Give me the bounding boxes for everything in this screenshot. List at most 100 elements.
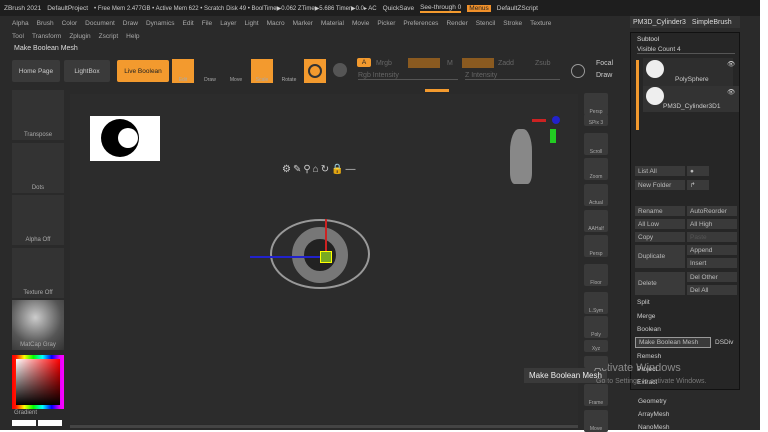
split-menu[interactable]: Split bbox=[637, 299, 650, 306]
menu-preferences[interactable]: Preferences bbox=[403, 20, 438, 27]
right-shelf-aahalf-button[interactable]: AAHalf bbox=[584, 210, 608, 232]
shelf-dots[interactable]: Dots bbox=[12, 143, 64, 193]
subtool-title[interactable]: Subtool bbox=[637, 36, 659, 43]
gizmo-x-axis[interactable] bbox=[250, 256, 330, 258]
menu-render[interactable]: Render bbox=[446, 20, 467, 27]
menu-brush[interactable]: Brush bbox=[37, 20, 54, 27]
focal-shift-slider[interactable]: Focal bbox=[596, 60, 613, 67]
delete-button[interactable]: Delete bbox=[635, 272, 685, 295]
new-folder-button[interactable]: New Folder bbox=[635, 180, 685, 190]
menu-layer[interactable]: Layer bbox=[220, 20, 236, 27]
menu-file[interactable]: File bbox=[202, 20, 212, 27]
make-boolean-mesh-button[interactable]: Make Boolean Mesh bbox=[635, 337, 711, 348]
menu-picker[interactable]: Picker bbox=[377, 20, 395, 27]
right-shelf-l-sym-button[interactable]: L.Sym bbox=[584, 292, 608, 314]
z-intensity-slider[interactable]: Z Intensity bbox=[465, 72, 560, 80]
subtool-scrollbar[interactable] bbox=[636, 60, 639, 130]
rename-button[interactable]: Rename bbox=[635, 206, 685, 216]
merge-menu[interactable]: Merge bbox=[637, 313, 655, 320]
paste-button[interactable]: Paste bbox=[687, 232, 737, 242]
shelf-matcap-gray[interactable]: MatCap Gray bbox=[12, 300, 64, 350]
subtool-item-polysphere[interactable]: PolySphere 👁 bbox=[643, 58, 735, 86]
menu-texture[interactable]: Texture bbox=[530, 20, 551, 27]
menu-dynamics[interactable]: Dynamics bbox=[146, 20, 175, 27]
insert-button[interactable]: Insert bbox=[687, 258, 737, 268]
draw-size-slider[interactable]: Draw bbox=[596, 72, 612, 79]
all-low-button[interactable]: All Low bbox=[635, 219, 685, 229]
autoreorder-button[interactable]: AutoReorder bbox=[687, 206, 737, 216]
shelf-alpha-off[interactable]: Alpha Off bbox=[12, 195, 64, 245]
menu-help[interactable]: Help bbox=[126, 33, 139, 40]
head-orientation-icon[interactable] bbox=[510, 129, 532, 184]
rotate-button[interactable]: Rotate bbox=[278, 59, 300, 83]
visible-count-slider[interactable]: Visible Count 4 bbox=[637, 46, 735, 54]
zadd-button[interactable]: Zadd bbox=[498, 60, 514, 67]
draw-button[interactable]: Draw bbox=[199, 59, 221, 83]
menus-button[interactable]: Menus bbox=[467, 4, 491, 12]
move-button[interactable]: Move bbox=[225, 59, 247, 83]
duplicate-button[interactable]: Duplicate bbox=[635, 245, 685, 268]
menu-edit[interactable]: Edit bbox=[183, 20, 194, 27]
main-color-swatch[interactable] bbox=[12, 420, 36, 426]
color-picker[interactable] bbox=[12, 355, 64, 409]
right-shelf-spix-3-button[interactable]: SPix 3 bbox=[584, 114, 608, 126]
right-shelf-zoom-icon-button[interactable] bbox=[584, 356, 608, 368]
menu-zplugin[interactable]: Zplugin bbox=[69, 33, 90, 40]
menu-document[interactable]: Document bbox=[85, 20, 115, 27]
mrgb-button[interactable]: Mrgb bbox=[376, 60, 392, 67]
right-shelf-persp-button[interactable]: Persp bbox=[584, 93, 608, 115]
boolean-menu[interactable]: Boolean bbox=[637, 326, 661, 333]
shelf-texture-off[interactable]: Texture Off bbox=[12, 248, 64, 298]
menu-movie[interactable]: Movie bbox=[352, 20, 369, 27]
menu-stencil[interactable]: Stencil bbox=[476, 20, 496, 27]
menu-color[interactable]: Color bbox=[62, 20, 78, 27]
edit-button[interactable]: Edit bbox=[172, 59, 194, 83]
tab-pm3d-cylinder[interactable]: PM3D_Cylinder3 bbox=[633, 19, 686, 26]
right-shelf-persp-button[interactable]: Persp bbox=[584, 235, 608, 257]
remesh-menu[interactable]: Remesh bbox=[637, 353, 661, 360]
rgb-intensity-slider[interactable]: Rgb Intensity bbox=[358, 72, 458, 80]
del-all-button[interactable]: Del All bbox=[687, 285, 737, 295]
right-shelf-move-button[interactable]: Move bbox=[584, 410, 608, 432]
subtool-item-cylinder[interactable]: PM3D_Cylinder3D1 👁 bbox=[643, 86, 739, 112]
arraymesh-menu[interactable]: ArrayMesh bbox=[638, 411, 669, 418]
menu-macro[interactable]: Macro bbox=[267, 20, 285, 27]
menu-stroke[interactable]: Stroke bbox=[503, 20, 522, 27]
append-button[interactable]: Append bbox=[687, 245, 737, 255]
quicksave-button[interactable]: QuickSave bbox=[383, 5, 414, 12]
right-shelf-actual-button[interactable]: Actual bbox=[584, 184, 608, 206]
geometry-menu[interactable]: Geometry bbox=[638, 398, 667, 405]
canvas-viewport[interactable]: ⚙✎⚲⌂↻🔒— bbox=[70, 94, 578, 424]
menu-material[interactable]: Material bbox=[321, 20, 344, 27]
right-shelf-poly-button[interactable]: Poly bbox=[584, 316, 608, 338]
gizmo-options-icons[interactable]: ⚙✎⚲⌂↻🔒— bbox=[282, 164, 358, 175]
dsdiv-slider[interactable]: DSDiv bbox=[715, 339, 733, 346]
rgb-button[interactable] bbox=[408, 58, 440, 68]
zsub-button[interactable]: Zsub bbox=[535, 60, 551, 67]
menu-zscript[interactable]: Zscript bbox=[99, 33, 119, 40]
all-high-button[interactable]: All High bbox=[687, 219, 737, 229]
scale-button[interactable]: Scale bbox=[251, 59, 273, 83]
move-up-button[interactable]: ● bbox=[687, 166, 709, 176]
live-boolean-button[interactable]: Live Boolean bbox=[117, 60, 169, 82]
menu-marker[interactable]: Marker bbox=[293, 20, 313, 27]
menu-draw[interactable]: Draw bbox=[123, 20, 138, 27]
lightbox-button[interactable]: LightBox bbox=[64, 60, 110, 82]
list-all-button[interactable]: List All bbox=[635, 166, 685, 176]
m-button[interactable]: M bbox=[447, 60, 453, 67]
gizmo-button[interactable] bbox=[304, 59, 326, 83]
copy-button[interactable]: Copy bbox=[635, 232, 685, 242]
zadd-bar[interactable] bbox=[462, 58, 494, 68]
right-shelf-xyz-button[interactable]: Xyz bbox=[584, 340, 608, 352]
del-other-button[interactable]: Del Other bbox=[687, 272, 737, 282]
right-shelf-frame-button[interactable]: Frame bbox=[584, 384, 608, 406]
right-shelf-floor-button[interactable]: Floor bbox=[584, 264, 608, 286]
right-shelf-scroll-button[interactable]: Scroll bbox=[584, 133, 608, 155]
canvas-scrollbar[interactable] bbox=[70, 425, 578, 428]
tab-simplebrush[interactable]: SimpleBrush bbox=[692, 19, 732, 26]
a-button[interactable]: A bbox=[357, 58, 371, 67]
menu-transform[interactable]: Transform bbox=[32, 33, 61, 40]
menu-alpha[interactable]: Alpha bbox=[12, 20, 29, 27]
see-through-slider[interactable]: See-through 0 bbox=[420, 4, 462, 13]
shelf-transpose[interactable]: Transpose bbox=[12, 90, 64, 140]
